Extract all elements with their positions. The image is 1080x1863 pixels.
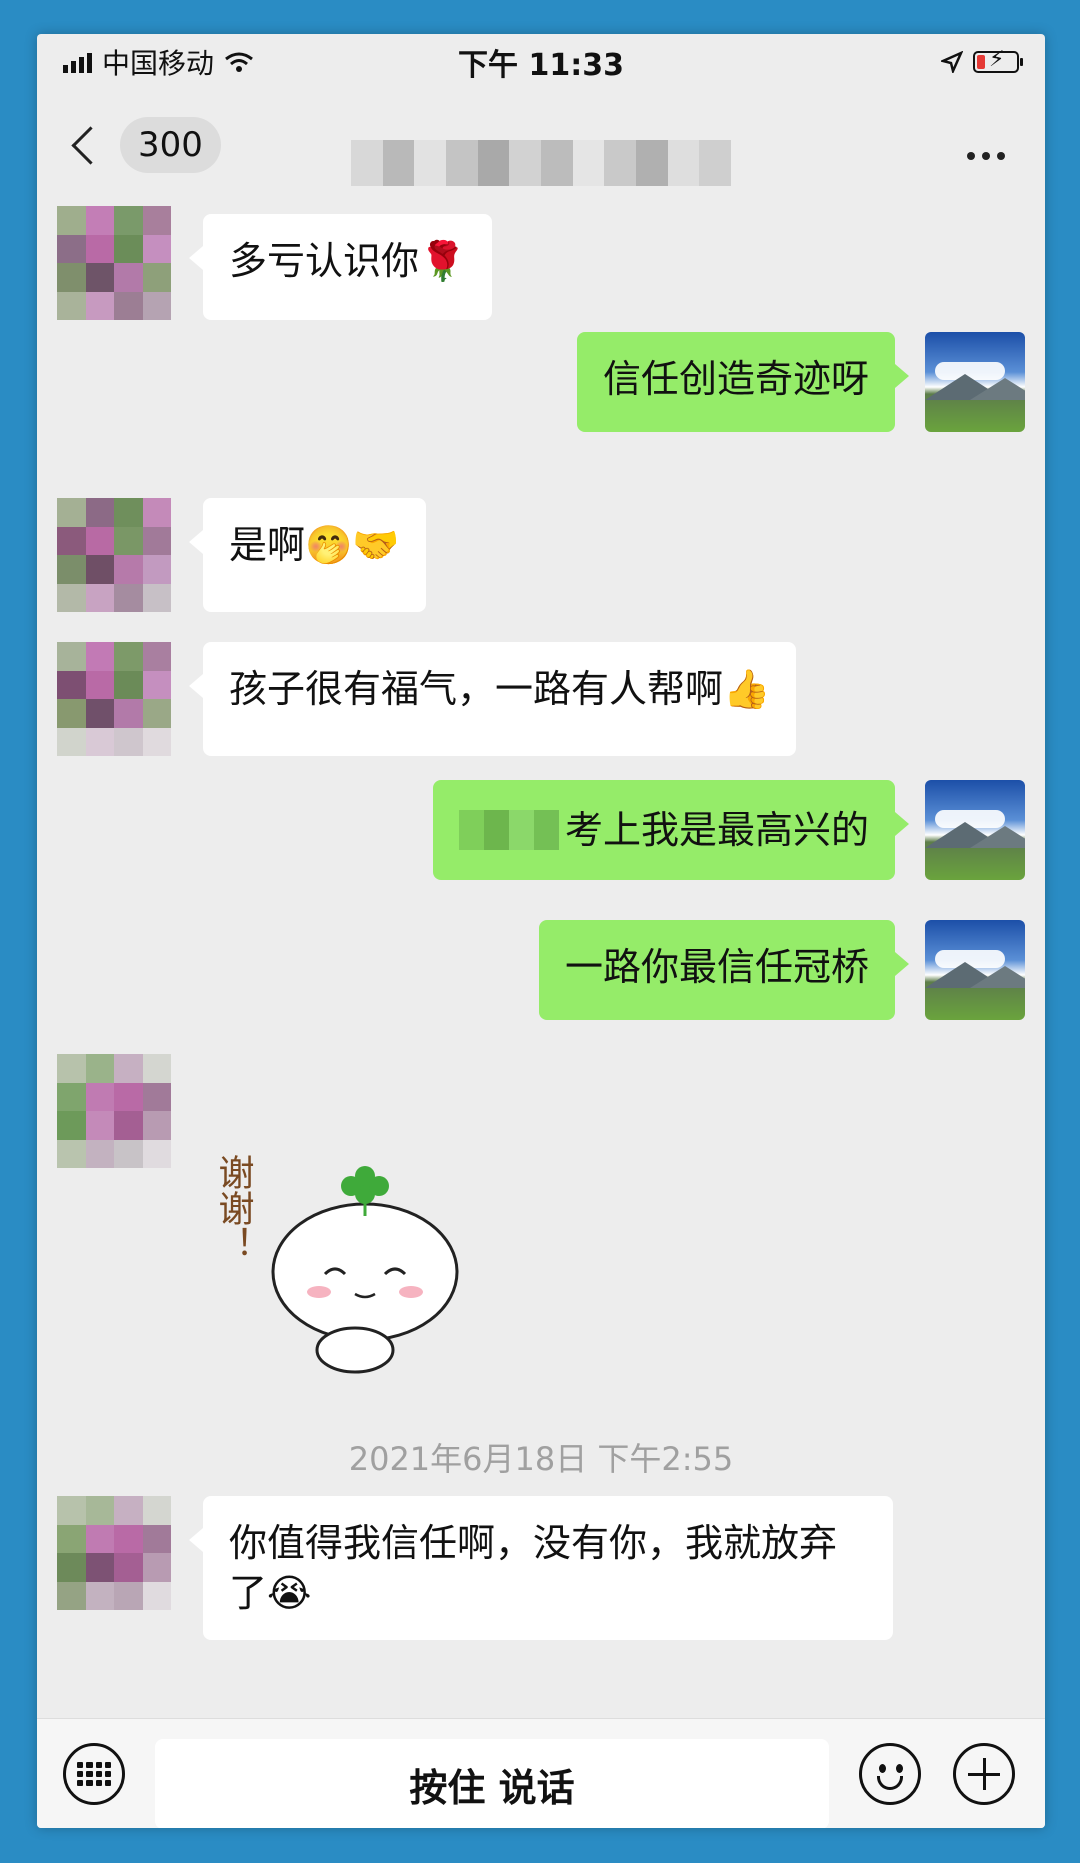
message-bubble-sent[interactable]: 一路你最信任冠桥 <box>538 920 910 1020</box>
message-bubble-received[interactable]: 孩子很有福气，一路有人帮啊👍 <box>188 642 797 756</box>
chat-navbar: 300 <box>37 90 1045 200</box>
message-bubble-received[interactable]: 你值得我信任啊，没有你，我就放弃了😭 <box>189 1496 893 1640</box>
carrier-label: 中国移动 <box>102 47 215 80</box>
unread-badge[interactable]: 300 <box>120 117 221 173</box>
back-arrow-icon[interactable] <box>71 125 110 165</box>
contact-avatar[interactable] <box>57 498 171 612</box>
message-row: 考上我是最高兴的 <box>432 780 1025 880</box>
keyboard-icon[interactable] <box>63 1743 125 1805</box>
sticker-text: 谢谢！ <box>215 1154 254 1262</box>
message-row <box>57 1054 171 1168</box>
message-row: 信任创造奇迹呀 <box>576 332 1025 432</box>
message-row: 一路你最信任冠桥 <box>538 920 1025 1020</box>
wifi-icon <box>225 52 253 72</box>
more-options-icon[interactable] <box>967 152 1005 160</box>
message-row: 你值得我信任啊，没有你，我就放弃了😭 <box>57 1496 893 1640</box>
chat-title-pixelated <box>351 140 732 186</box>
my-avatar[interactable] <box>925 920 1025 1020</box>
status-bar: 中国移动 下午 11:33 ⚡ <box>37 34 1045 90</box>
battery-icon: ⚡ <box>973 49 1023 73</box>
thank-you-sticker[interactable]: 谢谢！ <box>215 1124 475 1384</box>
chat-screen: 中国移动 下午 11:33 ⚡ 300 多亏认识你🌹 信任创造奇迹呀 是啊🤭🤝 … <box>37 34 1045 1828</box>
message-row: 孩子很有福气，一路有人帮啊👍 <box>57 642 797 756</box>
signal-icon <box>63 51 92 73</box>
message-row: 多亏认识你🌹 <box>57 206 493 320</box>
contact-avatar[interactable] <box>57 1496 171 1610</box>
chat-input-bar: 按住 说话 <box>37 1718 1045 1828</box>
message-bubble-received[interactable]: 多亏认识你🌹 <box>188 214 493 320</box>
my-avatar[interactable] <box>925 780 1025 880</box>
message-bubble-sent[interactable]: 考上我是最高兴的 <box>432 780 910 880</box>
contact-avatar[interactable] <box>57 1054 171 1168</box>
message-text: 考上我是最高兴的 <box>564 808 869 852</box>
location-arrow-icon <box>941 51 963 73</box>
message-bubble-received[interactable]: 是啊🤭🤝 <box>189 498 426 612</box>
my-avatar[interactable] <box>925 332 1025 432</box>
chat-timestamp: 2021年6月18日 下午2:55 <box>348 1440 734 1478</box>
emoji-icon[interactable] <box>859 1743 921 1805</box>
contact-avatar[interactable] <box>57 206 171 320</box>
message-row: 是啊🤭🤝 <box>57 498 426 612</box>
hold-to-talk-button[interactable]: 按住 说话 <box>155 1739 829 1828</box>
redacted-name-mosaic <box>458 810 559 850</box>
status-time: 下午 11:33 <box>458 48 624 83</box>
message-bubble-sent[interactable]: 信任创造奇迹呀 <box>576 332 910 432</box>
more-actions-plus-icon[interactable] <box>953 1743 1015 1805</box>
contact-avatar[interactable] <box>57 642 171 756</box>
